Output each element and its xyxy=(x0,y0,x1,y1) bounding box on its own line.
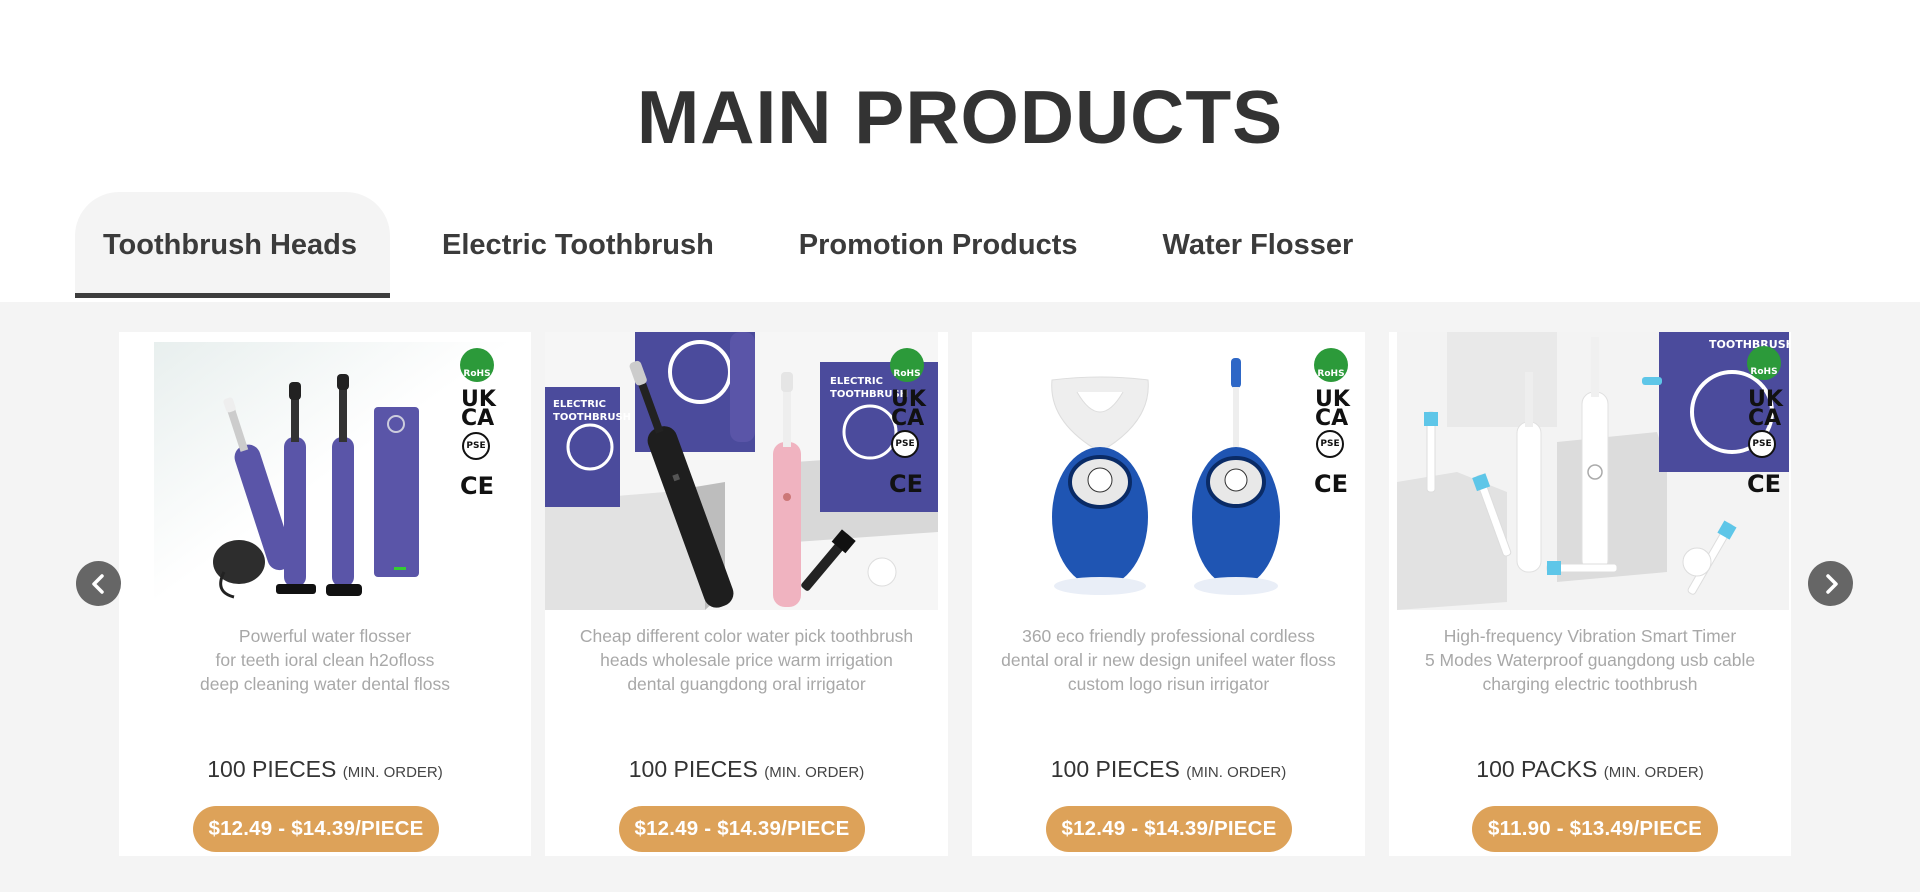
rohs-icon: RoHS xyxy=(1747,346,1781,380)
product-image[interactable]: RoHS UK CA PSE CE xyxy=(982,342,1352,604)
pse-icon: PSE xyxy=(891,430,919,458)
product-image[interactable]: ELECTRIC TOOTHBRUSH ELECTRIC TOOTHBRUSH xyxy=(545,332,938,610)
pse-icon: PSE xyxy=(1748,430,1776,458)
price-button[interactable]: $11.90 - $13.49/PIECE xyxy=(1472,806,1718,852)
product-description[interactable]: Cheap different color water pick toothbr… xyxy=(545,624,948,696)
ukca-icon: UK CA xyxy=(461,387,496,431)
product-description[interactable]: Powerful water flosser for teeth ioral c… xyxy=(119,624,531,696)
price-button[interactable]: $12.49 - $14.39/PIECE xyxy=(193,806,439,852)
product-description[interactable]: High-frequency Vibration Smart Timer 5 M… xyxy=(1389,624,1791,696)
min-order: 100 PIECES (MIN. ORDER) xyxy=(207,756,443,782)
section-title: MAIN PRODUCTS xyxy=(636,75,1284,159)
pse-icon: PSE xyxy=(462,432,490,460)
rohs-icon: RoHS xyxy=(890,348,924,382)
chevron-right-icon xyxy=(1825,573,1838,594)
price-button[interactable]: $12.49 - $14.39/PIECE xyxy=(619,806,865,852)
product-card[interactable]: RoHS UK CA PSE CE 360 eco friendly profes… xyxy=(972,332,1365,856)
tab-promotion-products[interactable]: Promotion Products xyxy=(799,192,1078,298)
carousel-prev-button[interactable] xyxy=(76,561,121,606)
product-image[interactable]: TOOTHBRUSH RoHS UK CA PSE CE xyxy=(1397,332,1789,610)
ce-icon: CE xyxy=(889,470,924,498)
product-card[interactable]: TOOTHBRUSH RoHS UK CA PSE CE High-freque… xyxy=(1389,332,1791,856)
product-carousel: RoHS UK CA PSE CE Powerful water flosser … xyxy=(0,302,1920,892)
ukca-icon: UK CA xyxy=(1315,387,1350,431)
price-button[interactable]: $12.49 - $14.39/PIECE xyxy=(1046,806,1292,852)
chevron-left-icon xyxy=(91,573,104,594)
svg-text:ELECTRIC: ELECTRIC xyxy=(553,399,606,410)
ce-icon: CE xyxy=(1747,470,1782,498)
svg-text:ELECTRIC: ELECTRIC xyxy=(830,376,883,387)
min-order: 100 PACKS (MIN. ORDER) xyxy=(1476,756,1704,782)
rohs-icon: RoHS xyxy=(460,348,494,382)
svg-text:TOOTHBRUSH: TOOTHBRUSH xyxy=(553,412,631,423)
ukca-icon: UK CA xyxy=(1748,387,1783,431)
ukca-icon: UK CA xyxy=(891,387,926,431)
ce-icon: CE xyxy=(1314,470,1349,498)
product-tabs: Toothbrush Heads Electric Toothbrush Pro… xyxy=(75,192,1353,298)
tab-water-flosser[interactable]: Water Flosser xyxy=(1163,192,1354,298)
min-order: 100 PIECES (MIN. ORDER) xyxy=(1050,756,1287,782)
product-image[interactable]: RoHS UK CA PSE CE xyxy=(154,342,514,604)
product-card[interactable]: RoHS UK CA PSE CE Powerful water flosser … xyxy=(119,332,531,856)
min-order: 100 PIECES (MIN. ORDER) xyxy=(628,756,865,782)
rohs-icon: RoHS xyxy=(1314,348,1348,382)
tab-electric-toothbrush[interactable]: Electric Toothbrush xyxy=(442,192,714,298)
product-card[interactable]: ELECTRIC TOOTHBRUSH ELECTRIC TOOTHBRUSH xyxy=(545,332,948,856)
pse-icon: PSE xyxy=(1316,430,1344,458)
product-description[interactable]: 360 eco friendly professional cordless d… xyxy=(972,624,1365,696)
tab-toothbrush-heads[interactable]: Toothbrush Heads xyxy=(75,192,391,298)
carousel-next-button[interactable] xyxy=(1808,561,1853,606)
ce-icon: CE xyxy=(460,472,495,500)
svg-text:TOOTHBRUSH: TOOTHBRUSH xyxy=(1709,338,1789,351)
